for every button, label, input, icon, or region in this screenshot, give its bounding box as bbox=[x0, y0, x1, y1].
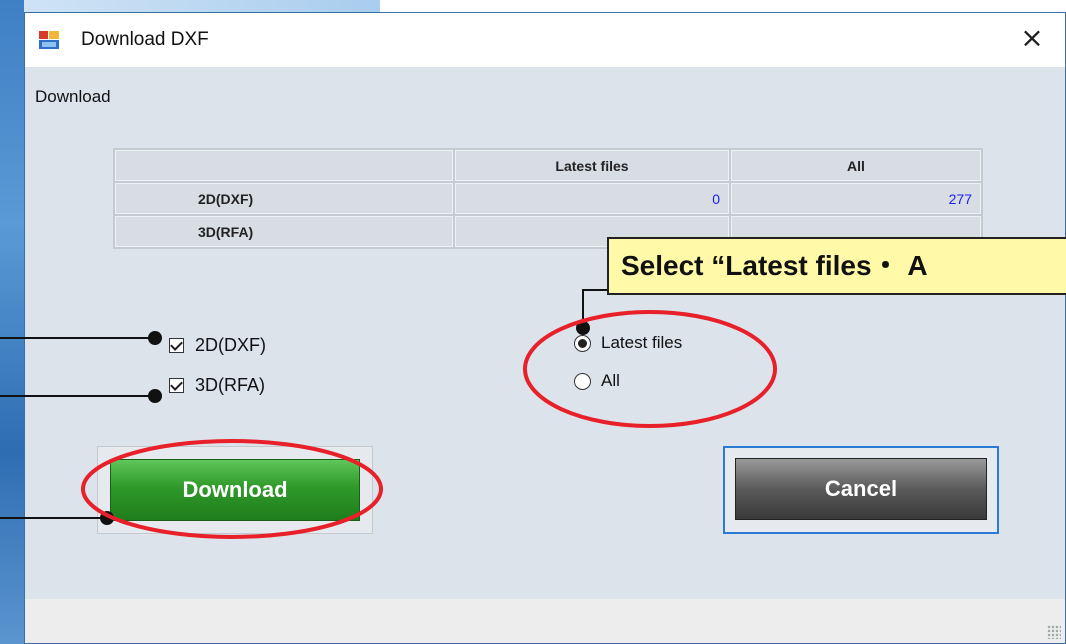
radio-unselected-icon[interactable] bbox=[574, 372, 591, 390]
radio-selected-icon[interactable] bbox=[574, 334, 591, 352]
title-bar[interactable]: Download DXF × bbox=[25, 13, 1065, 67]
download-dxf-dialog: Download DXF × Download Latest files All… bbox=[24, 12, 1066, 644]
radio-latest-files[interactable]: Latest files bbox=[574, 333, 682, 353]
table-row: 2D(DXF) 0 277 bbox=[115, 183, 981, 214]
app-window-icon bbox=[39, 31, 59, 49]
all-count: 277 bbox=[731, 183, 981, 214]
row-label: 3D(RFA) bbox=[115, 216, 453, 247]
radio-all[interactable]: All bbox=[574, 371, 620, 391]
section-label: Download bbox=[35, 87, 111, 106]
status-strip bbox=[25, 599, 1065, 643]
annotation-callout: Select “Latest files・ A bbox=[607, 237, 1066, 295]
latest-count: 0 bbox=[455, 183, 729, 214]
checkbox-label: 2D(DXF) bbox=[195, 335, 266, 355]
checkbox-2d-dxf[interactable]: 2D(DXF) bbox=[169, 335, 266, 356]
radio-label: All bbox=[601, 371, 620, 390]
resize-grip-icon[interactable] bbox=[1047, 625, 1061, 639]
table-header-row: Latest files All bbox=[115, 150, 981, 181]
cancel-button-frame: Cancel bbox=[723, 446, 999, 534]
summary-table: Latest files All 2D(DXF) 0 277 3D(RFA) bbox=[113, 148, 983, 249]
checkbox-checked-icon[interactable] bbox=[169, 338, 184, 353]
radio-label: Latest files bbox=[601, 333, 683, 352]
checkbox-3d-rfa[interactable]: 3D(RFA) bbox=[169, 375, 265, 396]
download-button[interactable]: Download bbox=[110, 459, 360, 521]
row-label: 2D(DXF) bbox=[115, 183, 453, 214]
table-header-cell: Latest files bbox=[455, 150, 729, 181]
table-header-cell bbox=[115, 150, 453, 181]
checkbox-checked-icon[interactable] bbox=[169, 378, 184, 393]
table-header-cell: All bbox=[731, 150, 981, 181]
desktop-background bbox=[0, 0, 24, 644]
dialog-title: Download DXF bbox=[81, 29, 209, 50]
close-icon[interactable]: × bbox=[1017, 23, 1047, 53]
download-button-frame: Download bbox=[97, 446, 373, 534]
checkbox-label: 3D(RFA) bbox=[195, 375, 266, 395]
cancel-button[interactable]: Cancel bbox=[735, 458, 987, 520]
